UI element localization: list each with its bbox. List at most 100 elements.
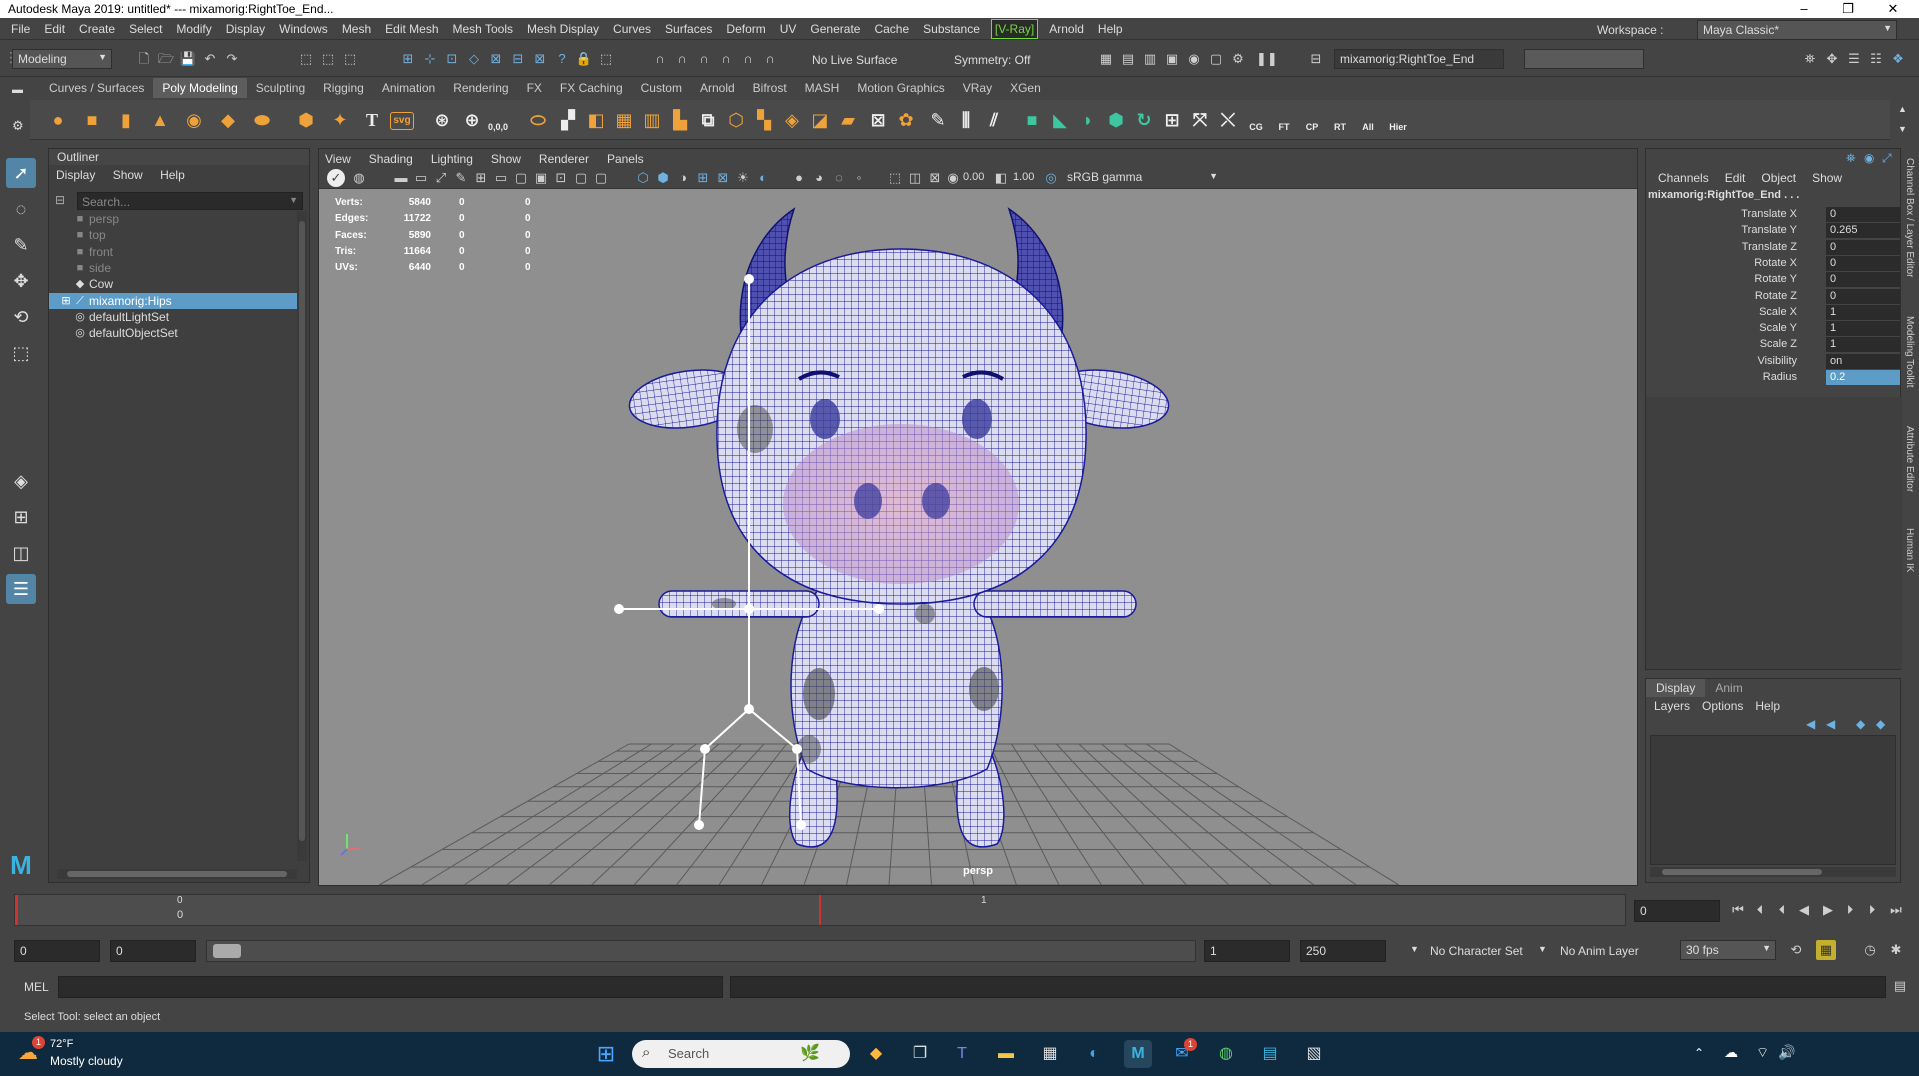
outliner-vscrollbar[interactable] [297,211,307,861]
shelf-settings-icon[interactable]: ⚙ [12,118,24,134]
poly-plane-icon[interactable]: ◆ [214,106,242,134]
channel-value-field[interactable]: 1 [1826,321,1900,337]
channel-name[interactable]: Radius [1763,371,1797,383]
step-back-key-icon[interactable]: ⏴ [1750,900,1770,920]
magnet-point-icon[interactable]: ∩ [694,49,714,69]
channel-name[interactable]: Translate X [1741,208,1797,220]
vray-render-icon[interactable]: ▢ [1206,49,1226,69]
channel-value-field[interactable]: 0 [1826,272,1900,288]
poly-cube-icon[interactable]: ■ [78,106,106,134]
mel-label[interactable]: MEL [24,980,49,994]
side-tab-modeling-toolkit[interactable]: Modeling Toolkit [1904,316,1915,388]
vray-plane-icon[interactable]: ◣ [1046,106,1074,134]
go-to-end-icon[interactable]: ⏭ [1886,900,1906,920]
rotate-tool-icon[interactable]: ⟲ [6,302,36,332]
volume-icon[interactable]: 🔊 [1778,1044,1795,1061]
menu-help[interactable]: Help [1091,18,1130,40]
cg-shelf-icon[interactable]: CG [1242,106,1270,134]
tool-settings-icon[interactable]: ☷ [1866,49,1886,69]
selection-lock-icon[interactable]: ⬚ [596,49,616,69]
vray-dome-icon[interactable]: ◗ [1074,106,1102,134]
magnet-lasso-icon[interactable]: ∩ [760,49,780,69]
poly-cylinder-icon[interactable]: ▮ [112,106,140,134]
channel-value-field[interactable]: 0 [1826,239,1900,255]
maya-taskbar-icon[interactable]: M [1124,1040,1152,1068]
taskbar-search-input[interactable]: ⌕ Search 🌿 [632,1040,850,1068]
grease-pencil-icon[interactable]: ✎ [451,168,471,188]
task-view-icon[interactable]: ❐ [906,1040,934,1068]
svg-tool-icon[interactable]: svg [390,112,414,130]
shelf-tab-xgen[interactable]: XGen [1001,78,1050,98]
snap-pivot-icon[interactable]: ⊠ [530,49,550,69]
extrude-icon[interactable]: ▙ [666,106,694,134]
outliner-item[interactable]: ◎ defaultLightSet [49,309,299,325]
xray-icon[interactable]: ◫ [905,168,925,188]
sculpt-icon[interactable]: ⛯ [1800,49,1820,69]
render-frame-icon[interactable]: ▤ [1118,49,1138,69]
outliner-menu-display[interactable]: Display [49,166,102,184]
poly-disc-icon[interactable]: ⬬ [248,106,276,134]
smooth-icon[interactable]: ▦ [610,106,638,134]
weather-description[interactable]: Mostly cloudy [50,1054,123,1068]
expand-icon[interactable]: ⊞ [59,293,73,309]
outliner-hscrollbar[interactable] [57,869,297,879]
safe-action-icon[interactable]: ▢ [571,168,591,188]
shelf-tab-motion-graphics[interactable]: Motion Graphics [848,78,953,98]
menu-select[interactable]: Select [122,18,169,40]
four-view-icon[interactable]: ⊞ [6,502,36,532]
menu-cache[interactable]: Cache [867,18,916,40]
new-scene-icon[interactable]: 🗋 [134,49,154,69]
separate-icon[interactable]: ▞ [554,106,582,134]
snap-point-icon[interactable]: ⊡ [442,49,462,69]
channel-value-field[interactable]: 0.265 [1826,223,1900,239]
channel-value-field[interactable]: 0 [1826,207,1900,222]
shelf-tab-sculpting[interactable]: Sculpting [247,78,314,98]
chevron-down-icon[interactable]: ▼ [1538,944,1547,954]
image-plane-icon[interactable]: ▭ [411,168,431,188]
safe-title-icon[interactable]: ▢ [591,168,611,188]
file-explorer-icon[interactable]: ▬ [992,1040,1020,1068]
menu-uv[interactable]: UV [773,18,804,40]
channel-box-icon[interactable]: ❖ [1888,49,1908,69]
teams-icon[interactable]: T [948,1040,976,1068]
outliner-item[interactable]: ⊞ ⟋ mixamorig:Hips [49,292,299,309]
view-transform-dropdown[interactable]: sRGB gamma ▼ [1061,168,1223,187]
textured-icon[interactable]: ⊠ [713,168,733,188]
menu-deform[interactable]: Deform [719,18,772,40]
channel-row[interactable]: Translate Y 0.265 [1646,223,1902,239]
wireframe-on-shaded-icon[interactable]: ⊞ [693,168,713,188]
target-weld-icon[interactable]: ⊕ [458,106,486,134]
channels-menu[interactable]: Channels [1650,171,1717,185]
outliner-item[interactable]: ■ top [49,227,299,243]
playback-end-field[interactable]: 1 [1204,940,1290,962]
fps-dropdown[interactable]: 30 fps ▼ [1680,940,1776,960]
select-object-icon[interactable]: ⬚ [318,49,338,69]
channel-box-icon-b[interactable]: ◉ [1864,151,1874,165]
cloud-sync-icon[interactable]: ☁ [1724,1044,1738,1061]
snap-curve-icon[interactable]: ⊹ [420,49,440,69]
circularize-icon[interactable]: ✿ [892,106,920,134]
color-management-icon[interactable]: ◎ [1041,168,1061,188]
paint-select-icon[interactable]: ✎ [6,230,36,260]
shelf-tab-fx-caching[interactable]: FX Caching [551,78,632,98]
vray-mesh-icon[interactable]: ⬢ [1102,106,1130,134]
snap-surface-icon[interactable]: ⊠ [486,49,506,69]
menu-file[interactable]: File [4,18,37,40]
menu-mesh-display[interactable]: Mesh Display [520,18,606,40]
menu-substance[interactable]: Substance [916,18,987,40]
combine-icon[interactable]: ⬭ [524,106,552,134]
loop-icon[interactable]: ⟲ [1786,940,1806,960]
menu-surfaces[interactable]: Surfaces [658,18,719,40]
bevel-icon[interactable]: ⧉ [694,106,722,134]
channel-name[interactable]: Rotate Y [1754,273,1797,285]
options-menu[interactable]: Options [1696,699,1749,713]
modeling-toolkit-icon[interactable]: ✥ [1822,49,1842,69]
shelf-tab-mash[interactable]: MASH [796,78,849,98]
bridge-icon[interactable]: ▥ [638,106,666,134]
outliner-item[interactable]: ◎ defaultObjectSet [49,325,299,341]
outliner-item[interactable]: ■ persp [49,211,299,227]
workspace-dropdown[interactable]: Maya Classic* ▼ [1697,20,1897,40]
docs-icon[interactable]: ▧ [1300,1040,1328,1068]
gamma-icon[interactable]: ◧ [991,168,1011,188]
motion-blur-icon[interactable]: ◕ [809,168,829,188]
